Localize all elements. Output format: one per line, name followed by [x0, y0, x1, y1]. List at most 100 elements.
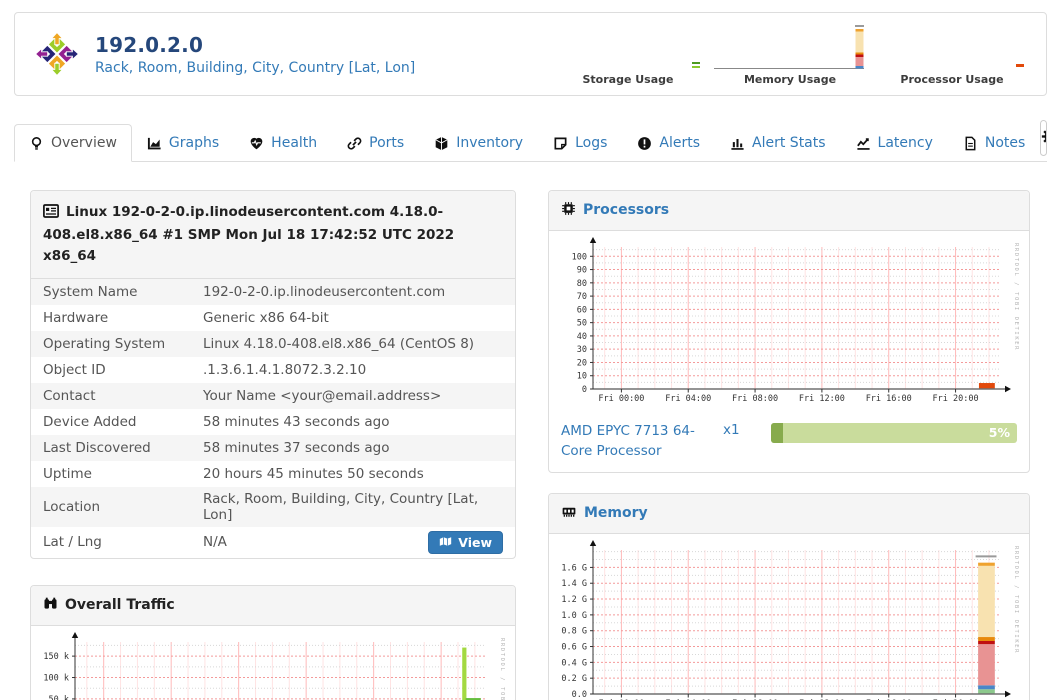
gear-icon	[1041, 128, 1047, 149]
device-title[interactable]: 192.0.2.0	[95, 33, 415, 57]
tab-ports-label: Ports	[369, 135, 405, 151]
processors-graph[interactable]: 0 10 20 30 40 50 60 70 80 90 100 Fri 00:00 Fri 04:00…	[549, 231, 1029, 413]
svg-text:1.2 G: 1.2 G	[561, 595, 587, 605]
tab-latency-label: Latency	[877, 135, 933, 151]
processors-header: Processors	[549, 191, 1029, 231]
svg-text:100 k: 100 k	[43, 673, 69, 683]
device-tabs: Overview Graphs Health Ports Inventory L…	[14, 120, 1047, 162]
tab-notes-label: Notes	[984, 135, 1026, 151]
area-chart-icon	[147, 136, 162, 151]
overall-traffic-graph[interactable]: 050 k100 k150 kFri 00:00Fri 04:00Fri 08:…	[31, 626, 515, 700]
tab-alert-stats[interactable]: Alert Stats	[715, 124, 841, 162]
svg-text:Fri 16:00: Fri 16:00	[866, 394, 912, 404]
svg-text:Fri 12:00: Fri 12:00	[799, 394, 845, 404]
svg-text:50 k: 50 k	[49, 695, 69, 700]
processor-row: AMD EPYC 7713 64-Core Processor x1 5%	[549, 413, 1029, 472]
link-icon	[347, 136, 362, 151]
bar-chart-icon	[730, 136, 745, 151]
svg-text:RRDTOOL / TOBI OETIKER: RRDTOOL / TOBI OETIKER	[1013, 243, 1019, 351]
exclamation-circle-icon	[637, 136, 652, 151]
cpu-count: x1	[723, 422, 740, 438]
table-row: Lat / Lng N/A View	[31, 527, 515, 558]
view-map-label: View	[458, 534, 492, 550]
cpu-name-link[interactable]: AMD EPYC 7713 64-Core Processor	[561, 422, 713, 461]
storage-usage-sparkline	[692, 62, 700, 68]
memory-usage-minigraph[interactable]: Memory Usage	[714, 22, 866, 86]
svg-text:20: 20	[577, 358, 587, 368]
overview-content: Linux 192-0-2-0.ip.linodeusercontent.com…	[0, 162, 1061, 700]
tab-inventory[interactable]: Inventory	[419, 124, 538, 162]
tab-latency[interactable]: Latency	[841, 124, 948, 162]
table-row: System Name 192-0-2-0.ip.linodeuserconten…	[31, 278, 515, 305]
system-info-header: Linux 192-0-2-0.ip.linodeusercontent.com…	[31, 191, 515, 279]
table-row: Device Added 58 minutes 43 seconds ago	[43, 413, 390, 430]
tab-notes[interactable]: Notes	[948, 124, 1040, 162]
system-info-card: Linux 192-0-2-0.ip.linodeusercontent.com…	[30, 190, 516, 559]
view-map-button[interactable]: View	[428, 530, 503, 554]
processor-usage-sparkline	[1016, 64, 1024, 67]
svg-text:40: 40	[577, 332, 587, 342]
binoculars-icon	[43, 596, 58, 615]
header-minigraphs: Storage Usage Memory Usage Processor Usa…	[552, 22, 1028, 86]
memory-card: Memory 0.0 0.2 G 0.4 G 0.6 G 0.8 G 1.0 G 1.2 G…	[548, 493, 1030, 700]
svg-text:100: 100	[572, 252, 587, 262]
svg-text:30: 30	[577, 345, 587, 355]
memory-graph[interactable]: 0.0 0.2 G 0.4 G 0.6 G 0.8 G 1.0 G 1.2 G 1.4 G 1.…	[549, 534, 1029, 700]
memory-usage-label: Memory Usage	[743, 73, 837, 86]
microchip-icon	[561, 201, 576, 220]
storage-usage-minigraph[interactable]: Storage Usage	[552, 22, 704, 86]
svg-text:Fri 08:00: Fri 08:00	[732, 394, 778, 404]
tab-graphs[interactable]: Graphs	[132, 124, 234, 162]
memory-usage-sparkline	[714, 25, 864, 69]
cpu-usage-fill	[771, 423, 784, 443]
overall-traffic-header: Overall Traffic	[31, 585, 515, 626]
tab-overview[interactable]: Overview	[14, 124, 132, 162]
map-icon	[439, 535, 452, 550]
svg-text:0.4 G: 0.4 G	[561, 658, 587, 668]
svg-text:10: 10	[577, 372, 587, 382]
tab-logs-label: Logs	[575, 135, 608, 151]
storage-usage-label: Storage Usage	[582, 73, 674, 86]
sticky-note-icon	[553, 136, 568, 151]
cpu-usage-value: 5%	[988, 425, 1010, 440]
svg-text:60: 60	[577, 305, 587, 315]
processor-usage-minigraph[interactable]: Processor Usage	[876, 22, 1028, 86]
svg-text:Fri 00:00: Fri 00:00	[598, 394, 644, 404]
cube-icon	[434, 136, 449, 151]
overall-traffic-title: Overall Traffic	[65, 596, 175, 613]
processor-usage-label: Processor Usage	[900, 73, 1004, 86]
memory-icon	[561, 504, 577, 523]
file-icon	[963, 136, 978, 151]
table-row: Contact Your Name <your@email.address>	[31, 382, 515, 409]
tab-overview-label: Overview	[51, 135, 117, 151]
table-row: Object ID .1.3.6.1.4.1.8072.3.2.10	[43, 361, 367, 378]
heartbeat-icon	[249, 136, 264, 151]
memory-header: Memory	[549, 494, 1029, 535]
svg-text:0.2 G: 0.2 G	[561, 674, 587, 684]
processors-title[interactable]: Processors	[583, 202, 669, 218]
settings-gear-button[interactable]	[1041, 121, 1047, 155]
lightbulb-icon	[29, 136, 44, 151]
system-description: Linux 192-0-2-0.ip.linodeusercontent.com…	[43, 204, 455, 264]
svg-text:0.6 G: 0.6 G	[561, 643, 587, 653]
tab-alerts-label: Alerts	[659, 135, 701, 151]
svg-text:0: 0	[582, 385, 587, 395]
svg-text:1.6 G: 1.6 G	[561, 564, 587, 574]
tab-inventory-label: Inventory	[456, 135, 524, 151]
processors-card: Processors 0 10 20 30 40 50 60 70 80 90 100 Fri 00:…	[548, 190, 1030, 474]
tab-ports[interactable]: Ports	[332, 124, 419, 162]
device-location-link[interactable]: Rack, Room, Building, City, Country [Lat…	[95, 60, 415, 76]
svg-text:Fri 04:00: Fri 04:00	[665, 394, 711, 404]
svg-text:50: 50	[577, 319, 587, 329]
svg-text:90: 90	[577, 266, 587, 276]
table-row: Location Rack, Room, Building, City, Coun…	[31, 486, 515, 527]
svg-text:RRDTOOL / TOBI OETIKER: RRDTOOL / TOBI OETIKER	[499, 638, 505, 700]
tab-alerts[interactable]: Alerts	[622, 124, 715, 162]
tab-health[interactable]: Health	[234, 124, 332, 162]
tab-logs[interactable]: Logs	[538, 124, 622, 162]
centos-logo-icon	[35, 32, 79, 76]
svg-text:1.0 G: 1.0 G	[561, 611, 587, 621]
svg-text:80: 80	[577, 279, 587, 289]
memory-title[interactable]: Memory	[584, 505, 648, 521]
svg-text:1.4 G: 1.4 G	[561, 579, 587, 589]
